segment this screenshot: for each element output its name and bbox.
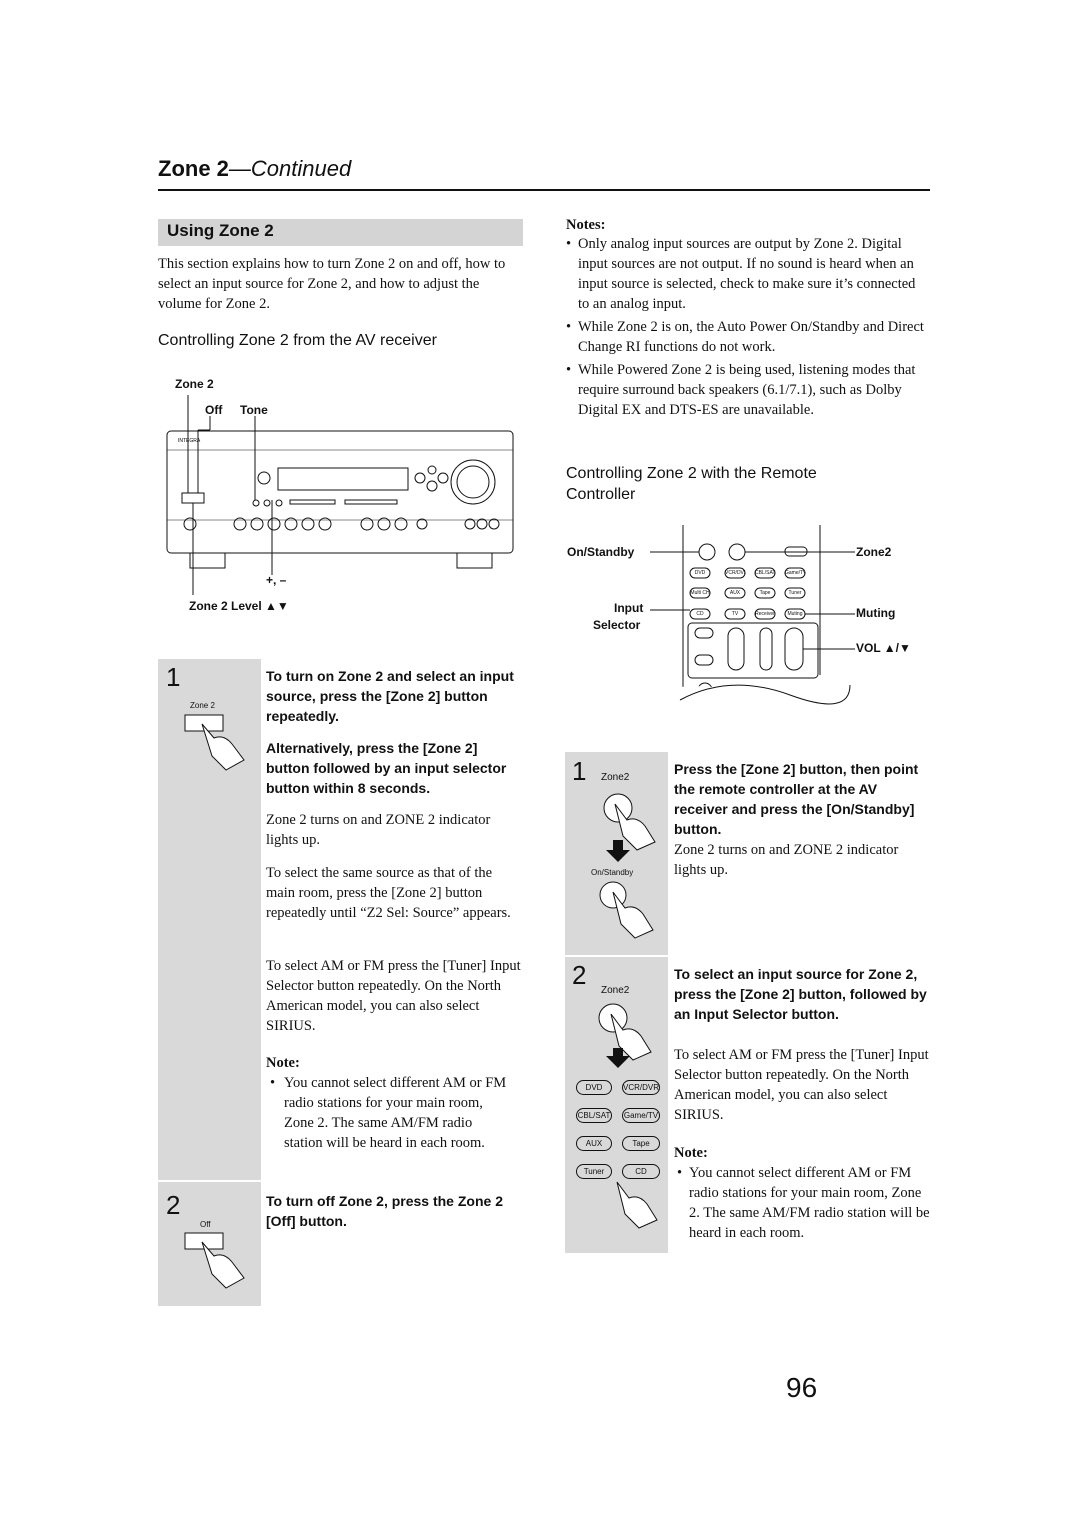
remote-step1-text: Zone 2 turns on and ZONE 2 indicator lig… [674, 842, 899, 878]
tuner-button[interactable]: Tuner [576, 1164, 612, 1179]
section-title-bar: Using Zone 2 [158, 219, 523, 246]
dvd-button[interactable]: DVD [576, 1080, 612, 1095]
note-item: You cannot select different AM or FM rad… [270, 1073, 510, 1153]
step-number: 2 [572, 960, 587, 990]
remote-receiver-button: Receiver [755, 611, 775, 617]
cbl-sat-button[interactable]: CBL/SAT [576, 1108, 612, 1123]
step-number: 1 [166, 662, 181, 692]
remote-muting-button: Muting [787, 611, 803, 617]
receiver-heading: Controlling Zone 2 from the AV receiver [158, 332, 437, 349]
section-intro: This section explains how to turn Zone 2… [158, 256, 506, 312]
note-item: Only analog input sources are output by … [566, 234, 930, 314]
cd-button[interactable]: CD [621, 1164, 660, 1179]
note-list: You cannot select different AM or FM rad… [270, 1073, 510, 1153]
tape-button[interactable]: Tape [621, 1136, 660, 1151]
header-continued: —Continued [228, 156, 352, 181]
vcr-dvr-button[interactable]: VCR/DVR [621, 1080, 660, 1095]
remote-step2-instruction: To select an input source for Zone 2, pr… [674, 966, 927, 1022]
header-rule [158, 189, 930, 191]
label-onstandby: On/Standby [567, 545, 635, 559]
remote-heading: Controlling Zone 2 with the Remote Contr… [566, 465, 817, 503]
label-selector: Selector [593, 618, 641, 632]
note-item: While Zone 2 is on, the Auto Power On/St… [566, 317, 930, 357]
label-zone2: Zone 2 [175, 377, 214, 391]
remote-aux-button: AUX [729, 590, 741, 596]
remote-illustration [650, 525, 855, 710]
step-number: 2 [166, 1190, 181, 1220]
step-divider [565, 955, 668, 957]
notes-list: Only analog input sources are output by … [566, 234, 930, 420]
label-vol: VOL ▲/▼ [856, 641, 911, 655]
remote-vcr-dvr-button: VCR/DVR [725, 570, 745, 576]
remote-game-tv-button: Game/TV [785, 570, 805, 576]
step1-instruction: To turn on Zone 2 and select an input so… [266, 668, 514, 724]
press-zone2-button-icon [184, 714, 245, 771]
header-title: Zone 2 [158, 156, 229, 181]
input-selector-buttons: DVD VCR/DVR CBL/SAT Game/TV AUX Tape Tun… [576, 1080, 660, 1179]
note-title: Note: [674, 1145, 708, 1161]
press-zone2-icon [598, 1003, 652, 1068]
zone2-button-label: Zone2 [601, 985, 630, 996]
section-title: Using Zone 2 [167, 221, 274, 240]
step-number: 1 [572, 756, 587, 786]
press-off-button-icon [184, 1232, 245, 1289]
zone2-button-label: Zone2 [601, 772, 630, 783]
note-item: You cannot select different AM or FM rad… [677, 1163, 932, 1243]
page-header: Zone 2—Continued [158, 156, 351, 182]
remote-tuner-button: Tuner [788, 590, 802, 596]
step1-text: To select the same source as that of the… [266, 865, 511, 921]
svg-text:INTEGRA: INTEGRA [178, 438, 201, 444]
note-title: Note: [266, 1055, 300, 1071]
remote-tape-button: Tape [759, 590, 771, 596]
hand-pointer-icon [616, 1181, 658, 1229]
remote-step2-text: To select AM or FM press the [Tuner] Inp… [674, 1047, 929, 1123]
remote-step1-instruction: Press the [Zone 2] button, then point th… [674, 761, 919, 837]
onstandby-button-label: On/Standby [591, 868, 634, 877]
step-divider [158, 1180, 261, 1182]
remote-dvd-button: DVD [694, 570, 706, 576]
game-tv-button[interactable]: Game/TV [621, 1108, 660, 1123]
zone2-button-label: Zone 2 [190, 701, 215, 710]
step1-text: Zone 2 turns on and ZONE 2 indicator lig… [266, 812, 491, 848]
notes-title: Notes: [566, 217, 606, 233]
off-button-label: Off [200, 1220, 211, 1229]
receiver-illustration: INTEGRA [166, 395, 514, 595]
label-muting: Muting [856, 606, 896, 620]
label-input: Input [614, 601, 644, 615]
step1-alternative: Alternatively, press the [Zone 2] button… [266, 740, 507, 796]
remote-cbl-sat-button: CBL/SAT [755, 570, 775, 576]
step1-text: To select AM or FM press the [Tuner] Inp… [266, 958, 521, 1034]
note-item: While Powered Zone 2 is being used, list… [566, 360, 930, 420]
remote-multi-ch-button: Multi CH [690, 590, 710, 596]
step2-instruction: To turn off Zone 2, press the Zone 2 [Of… [266, 1193, 503, 1229]
remote-tv-button: TV [731, 611, 739, 617]
aux-button[interactable]: AUX [576, 1136, 612, 1151]
remote-cd-button: CD [696, 611, 704, 617]
label-zone2: Zone2 [856, 545, 892, 559]
manual-page: Zone 2—Continued Using Zone 2 This secti… [0, 0, 1080, 1528]
page-number: 96 [786, 1372, 818, 1403]
note-list: You cannot select different AM or FM rad… [677, 1163, 932, 1243]
